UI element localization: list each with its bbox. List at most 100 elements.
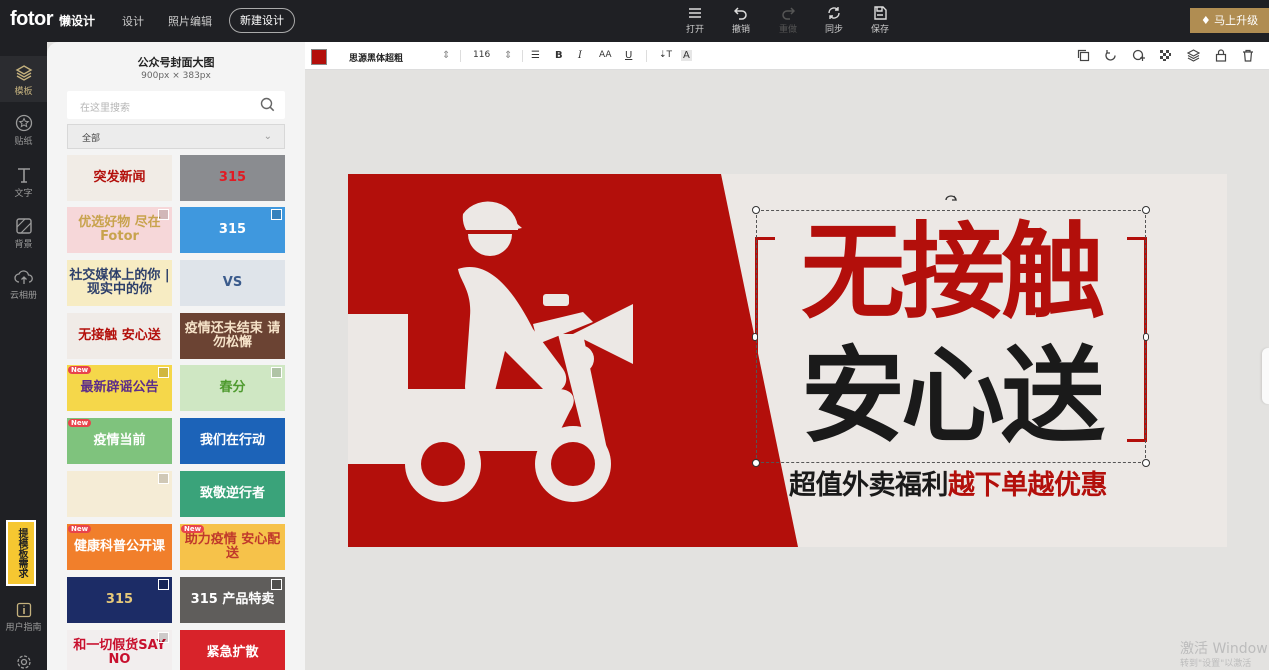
- rail-item-templates[interactable]: 模板: [0, 56, 47, 102]
- template-thumbnail[interactable]: 无接触 安心送: [67, 313, 172, 359]
- template-thumbnail[interactable]: 突发新闻: [67, 155, 172, 201]
- template-thumbnail[interactable]: VS: [180, 260, 285, 306]
- open-button[interactable]: 打开: [675, 6, 715, 35]
- menu-icon: [689, 8, 701, 18]
- template-thumbnail[interactable]: 315 产品特卖: [180, 577, 285, 623]
- favorite-icon[interactable]: [158, 367, 169, 378]
- copy-icon[interactable]: [1077, 49, 1090, 62]
- search-input[interactable]: 在这里搜索: [67, 91, 285, 119]
- template-thumbnail-text: 紧急扩散: [206, 644, 259, 660]
- template-thumbnail[interactable]: 315: [67, 577, 172, 623]
- rail-item-stickers[interactable]: 贴纸: [0, 114, 47, 147]
- layers-icon[interactable]: [1187, 49, 1200, 62]
- text-icon: [17, 168, 30, 183]
- right-panel-toggle[interactable]: [1262, 348, 1269, 404]
- rail-item-cloud-album[interactable]: 云相册: [0, 268, 47, 301]
- template-thumbnail[interactable]: 紧急扩散: [180, 630, 285, 670]
- font-family-select[interactable]: 思源黑体超粗: [349, 51, 403, 64]
- rotate-icon[interactable]: [1104, 49, 1117, 62]
- template-thumbnail[interactable]: 社交媒体上的你 | 现实中的你: [67, 260, 172, 306]
- rotate-handle-icon[interactable]: [944, 193, 958, 203]
- save-button[interactable]: 保存: [860, 6, 900, 35]
- nav-design[interactable]: 设计: [122, 13, 144, 29]
- crop-shape-icon[interactable]: [1132, 49, 1146, 62]
- selection-box: [756, 210, 1146, 463]
- template-thumbnail-text: 315 产品特卖: [190, 591, 275, 607]
- template-thumbnail[interactable]: 315: [180, 207, 285, 253]
- template-thumbnail[interactable]: 助力疫情 安心配送 New: [180, 524, 285, 570]
- template-thumbnail-text: 致敬逆行者: [199, 485, 265, 501]
- bold-button[interactable]: B: [555, 50, 563, 61]
- sync-button[interactable]: 同步: [814, 6, 854, 35]
- lock-icon[interactable]: [1215, 49, 1227, 62]
- template-thumbnail-text: 社交媒体上的你 | 现实中的你: [69, 267, 170, 297]
- spacing-icon[interactable]: ⇣T: [659, 50, 672, 60]
- rail-label-stickers: 贴纸: [14, 137, 33, 147]
- nav-photo-edit[interactable]: 照片编辑: [168, 13, 212, 29]
- resize-handle-right[interactable]: [1143, 333, 1149, 341]
- favorite-icon[interactable]: [158, 632, 169, 643]
- open-label: 打开: [685, 25, 704, 35]
- template-thumbnail[interactable]: 致敬逆行者: [180, 471, 285, 517]
- template-thumbnail[interactable]: 疫情还未结束 请勿松懈: [180, 313, 285, 359]
- favorite-icon[interactable]: [158, 209, 169, 220]
- undo-button[interactable]: 撤销: [721, 6, 761, 35]
- font-size-stepper-icon[interactable]: ⇕: [504, 50, 512, 61]
- promo-subline[interactable]: 超值外卖福利越下单越优惠: [748, 463, 1148, 502]
- template-thumbnail[interactable]: 我们在行动: [180, 418, 285, 464]
- new-design-button[interactable]: 新建设计: [229, 8, 295, 33]
- template-thumbnail-text: 无接触 安心送: [78, 327, 161, 343]
- resize-handle-top-left[interactable]: [752, 206, 760, 214]
- favorite-icon[interactable]: [158, 473, 169, 484]
- text-effect-button[interactable]: A: [681, 50, 692, 61]
- rail-label-text: 文字: [14, 189, 33, 199]
- text-color-swatch[interactable]: [311, 49, 327, 65]
- underline-button[interactable]: U: [625, 50, 632, 61]
- user-guide-button[interactable]: 用户指南: [0, 602, 47, 633]
- rail-label-templates: 模板: [14, 87, 33, 97]
- align-icon[interactable]: ☰: [531, 50, 540, 61]
- favorite-icon[interactable]: [158, 579, 169, 590]
- template-thumbnail[interactable]: [67, 471, 172, 517]
- rail-item-background[interactable]: 背景: [0, 217, 47, 250]
- template-thumbnail[interactable]: 健康科普公开课 New: [67, 524, 172, 570]
- rail-label-background: 背景: [14, 240, 33, 250]
- category-select[interactable]: 全部 ⌄: [67, 124, 285, 149]
- template-thumbnail-text: [67, 471, 172, 517]
- resize-handle-bottom-right[interactable]: [1142, 459, 1150, 467]
- fotor-logo[interactable]: fotor: [10, 8, 54, 31]
- rail-item-text[interactable]: 文字: [0, 166, 47, 199]
- resize-handle-top-right[interactable]: [1142, 206, 1150, 214]
- template-panel: 公众号封面大图 900px × 383px 在这里搜索 全部 ⌄ 突发新闻 315…: [47, 42, 305, 670]
- resize-handle-left[interactable]: [752, 333, 758, 341]
- upgrade-button[interactable]: ♦ 马上升级: [1190, 8, 1269, 33]
- settings-button[interactable]: [0, 654, 47, 670]
- template-thumbnail[interactable]: 优选好物 尽在Fotor: [67, 207, 172, 253]
- new-badge: New: [68, 419, 92, 427]
- template-thumbnail-text: 优选好物 尽在Fotor: [78, 214, 161, 244]
- font-family-stepper-icon[interactable]: ⇕: [442, 50, 450, 61]
- template-thumbnail[interactable]: 最新辟谣公告 New: [67, 365, 172, 411]
- upgrade-label: 马上升级: [1214, 14, 1259, 27]
- favorite-icon[interactable]: [271, 367, 282, 378]
- favorite-icon[interactable]: [271, 209, 282, 220]
- activation-watermark: 激活 Window: [1180, 641, 1268, 657]
- template-thumbnail[interactable]: 春分: [180, 365, 285, 411]
- italic-button[interactable]: I: [578, 50, 582, 61]
- template-request-button[interactable]: 提模板需求: [6, 520, 36, 586]
- template-thumbnail[interactable]: 和一切假货SAY NO: [67, 630, 172, 670]
- resize-handle-bottom-left[interactable]: [752, 459, 760, 467]
- template-thumbnail[interactable]: 315: [180, 155, 285, 201]
- trash-icon[interactable]: [1242, 49, 1254, 62]
- font-size-input[interactable]: 116: [473, 50, 490, 60]
- search-icon[interactable]: [260, 97, 275, 112]
- undo-label: 撤销: [731, 25, 750, 35]
- letter-case-button[interactable]: AA: [599, 50, 612, 60]
- activation-watermark-sub: 转到"设置"以激活: [1180, 659, 1252, 669]
- logo-subtitle[interactable]: 懒设计: [59, 12, 95, 29]
- favorite-icon[interactable]: [271, 579, 282, 590]
- redo-button[interactable]: 重做: [768, 6, 808, 35]
- transparency-icon[interactable]: [1159, 49, 1172, 62]
- cloud-upload-icon: [13, 270, 33, 284]
- template-thumbnail[interactable]: 疫情当前 New: [67, 418, 172, 464]
